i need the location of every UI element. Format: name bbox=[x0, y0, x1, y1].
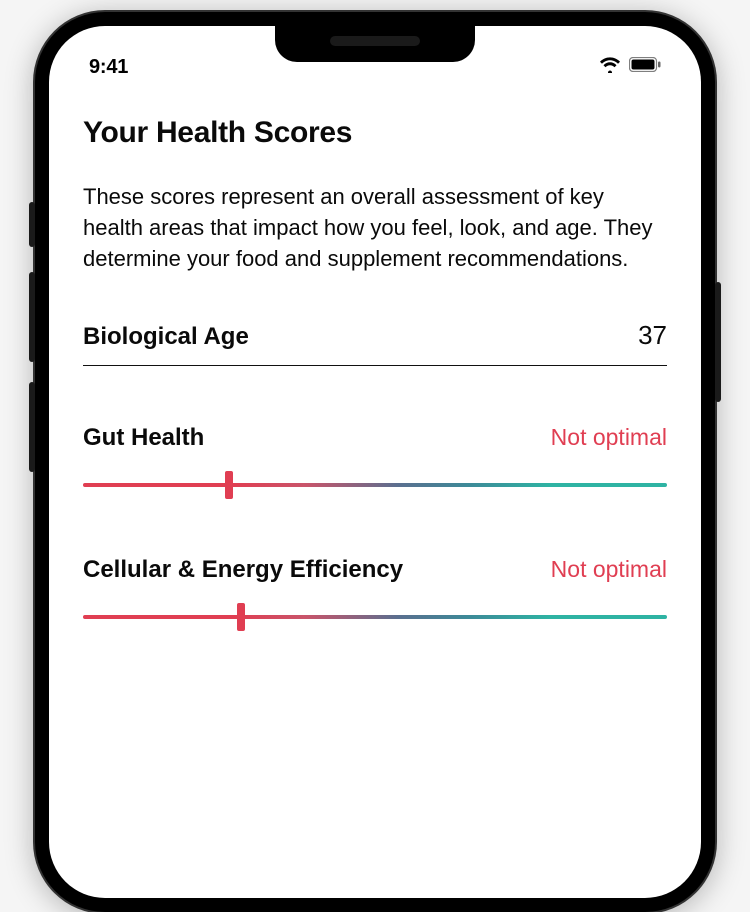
biological-age-label: Biological Age bbox=[83, 323, 249, 351]
battery-icon bbox=[629, 57, 661, 77]
phone-volume-up-button bbox=[29, 272, 35, 362]
score-section-gut-health[interactable]: Gut Health Not optimal bbox=[83, 424, 667, 494]
biological-age-value: 37 bbox=[638, 320, 667, 351]
notch bbox=[275, 26, 475, 62]
score-slider[interactable] bbox=[83, 608, 667, 626]
status-right bbox=[599, 57, 661, 78]
score-status: Not optimal bbox=[551, 556, 667, 583]
slider-thumb[interactable] bbox=[225, 471, 233, 499]
score-header: Cellular & Energy Efficiency Not optimal bbox=[83, 556, 667, 584]
wifi-icon bbox=[599, 57, 621, 78]
notch-speaker bbox=[330, 36, 420, 46]
screen: 9:41 Your bbox=[49, 26, 701, 898]
slider-track bbox=[83, 615, 667, 619]
score-label: Gut Health bbox=[83, 424, 204, 452]
slider-track bbox=[83, 483, 667, 487]
score-label: Cellular & Energy Efficiency bbox=[83, 556, 403, 584]
content: Your Health Scores These scores represen… bbox=[49, 86, 701, 626]
phone-side-button bbox=[29, 202, 35, 247]
page-title: Your Health Scores bbox=[83, 116, 667, 150]
score-section-cellular-energy[interactable]: Cellular & Energy Efficiency Not optimal bbox=[83, 556, 667, 626]
slider-thumb[interactable] bbox=[237, 603, 245, 631]
phone-power-button bbox=[715, 282, 721, 402]
score-slider[interactable] bbox=[83, 476, 667, 494]
status-time: 9:41 bbox=[89, 56, 128, 79]
phone-volume-down-button bbox=[29, 382, 35, 472]
phone-frame: 9:41 Your bbox=[35, 12, 715, 912]
page-description: These scores represent an overall assess… bbox=[83, 182, 667, 274]
biological-age-row[interactable]: Biological Age 37 bbox=[83, 320, 667, 366]
score-header: Gut Health Not optimal bbox=[83, 424, 667, 452]
score-status: Not optimal bbox=[551, 424, 667, 451]
